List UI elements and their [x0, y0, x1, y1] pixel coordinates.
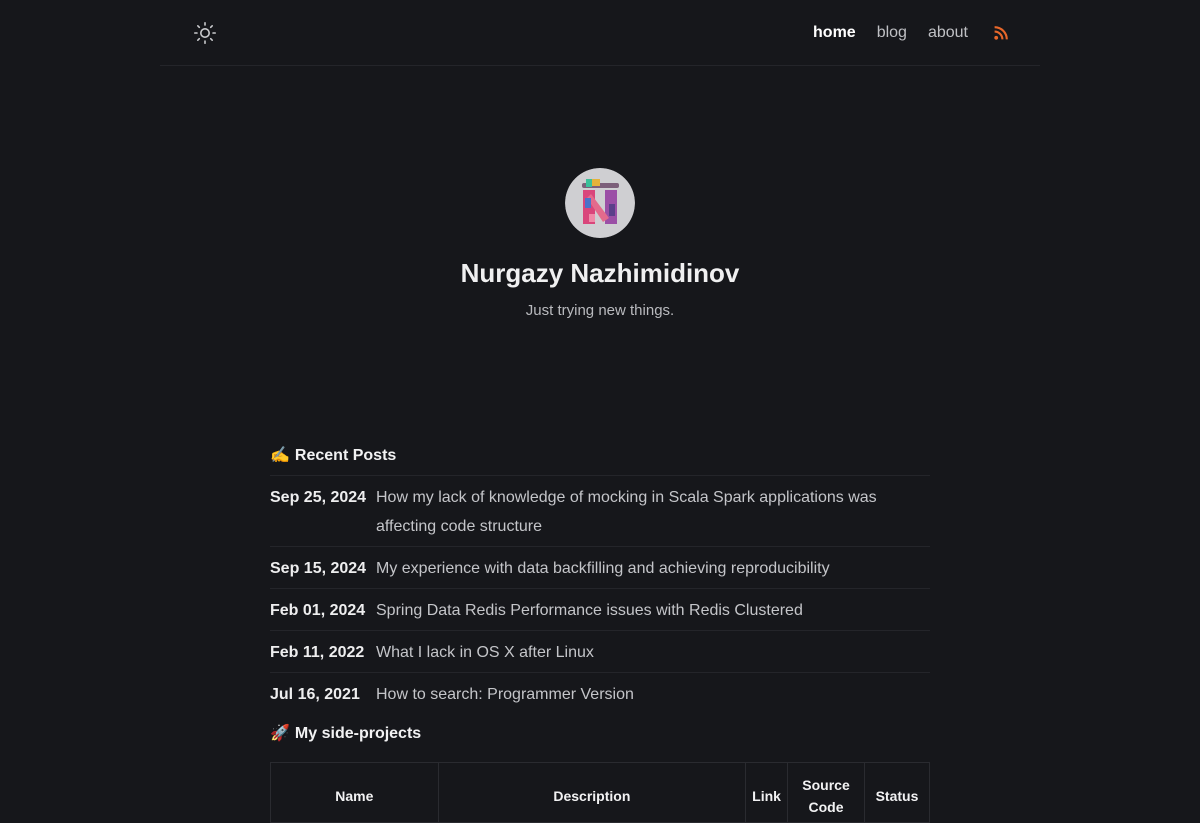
writing-hand-icon: ✍️ — [270, 447, 290, 464]
post-date: Feb 01, 2024 — [270, 602, 366, 619]
profile-subtitle: Just trying new things. — [525, 302, 675, 319]
post-date: Jul 16, 2021 — [270, 686, 360, 703]
post-link[interactable]: My experience with data backfilling and … — [376, 554, 830, 583]
column-header-status: Status — [864, 762, 930, 823]
avatar — [565, 168, 635, 238]
post-date: Sep 15, 2024 — [270, 560, 367, 577]
post-item: Feb 01, 2024 Spring Data Redis Performan… — [270, 589, 930, 631]
nav-link-home[interactable]: home — [813, 24, 856, 42]
post-date: Sep 25, 2024 — [270, 489, 367, 506]
recent-posts-heading: ✍️ Recent Posts — [270, 442, 930, 476]
nav-link-about[interactable]: about — [928, 24, 968, 42]
post-date: Feb 11, 2022 — [270, 644, 365, 661]
site-header: home blog about — [160, 0, 1040, 66]
side-projects-heading: 🚀 My side-projects — [270, 720, 930, 754]
profile-name: Nurgazy Nazhimidinov — [460, 258, 740, 288]
side-projects-table: Name Description Link Source Code Status — [270, 762, 930, 823]
table-header-row: Name Description Link Source Code Status — [270, 762, 930, 823]
post-link[interactable]: How to search: Programmer Version — [376, 680, 634, 709]
column-header-name: Name — [270, 762, 439, 823]
nav-link-blog[interactable]: blog — [877, 24, 907, 42]
recent-posts-title: Recent Posts — [294, 447, 397, 464]
post-item: Feb 11, 2022 What I lack in OS X after L… — [270, 631, 930, 673]
column-header-source-code: Source Code — [787, 762, 865, 823]
recent-posts-list: Sep 25, 2024 How my lack of knowledge of… — [270, 476, 930, 714]
sun-icon[interactable] — [193, 21, 217, 45]
main-content: ✍️ Recent Posts Sep 25, 2024 How my lack … — [270, 442, 930, 823]
post-link[interactable]: Spring Data Redis Performance issues wit… — [376, 596, 803, 625]
profile-section: Nurgazy Nazhimidinov Just trying new thi… — [0, 168, 1200, 319]
post-item: Sep 15, 2024 My experience with data bac… — [270, 547, 930, 589]
side-projects-title: My side-projects — [294, 725, 422, 742]
post-link[interactable]: How my lack of knowledge of mocking in S… — [376, 483, 930, 541]
post-item: Jul 16, 2021 How to search: Programmer V… — [270, 673, 930, 714]
column-header-description: Description — [437, 762, 747, 823]
post-link[interactable]: What I lack in OS X after Linux — [376, 638, 594, 667]
post-item: Sep 25, 2024 How my lack of knowledge of… — [270, 476, 930, 547]
column-header-link: Link — [745, 762, 789, 823]
main-nav: home blog about — [792, 0, 1008, 66]
rocket-icon: 🚀 — [270, 725, 290, 742]
rss-icon[interactable] — [994, 26, 1008, 40]
